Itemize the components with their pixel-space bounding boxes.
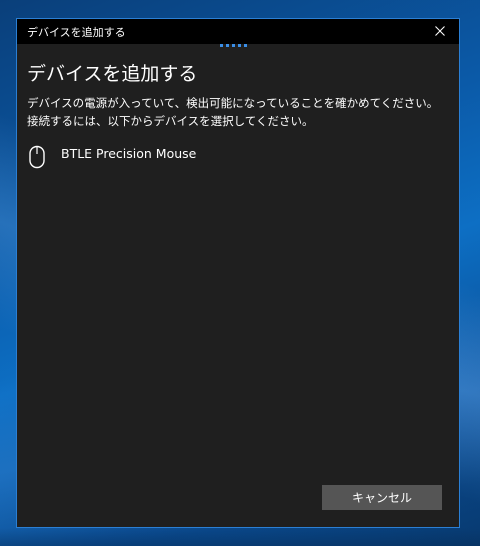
mouse-icon — [29, 145, 45, 169]
window-title: デバイスを追加する — [27, 25, 126, 39]
add-device-dialog: デバイスを追加する デバイスを追加する デバイスの電源が入っていて、検出可能にな… — [16, 18, 460, 528]
instructions-text: デバイスの電源が入っていて、検出可能になっていることを確かめてください。接続する… — [27, 96, 439, 128]
close-icon — [435, 26, 445, 36]
desktop-bottom-edge — [0, 528, 480, 546]
title-bar: デバイスを追加する — [17, 19, 459, 44]
cancel-button[interactable]: キャンセル — [322, 485, 442, 510]
device-name: BTLE Precision Mouse — [61, 146, 197, 161]
searching-progress-indicator — [220, 44, 247, 47]
device-list-item[interactable]: BTLE Precision Mouse — [27, 141, 447, 173]
page-title: デバイスを追加する — [27, 63, 198, 85]
close-button[interactable] — [429, 21, 451, 41]
